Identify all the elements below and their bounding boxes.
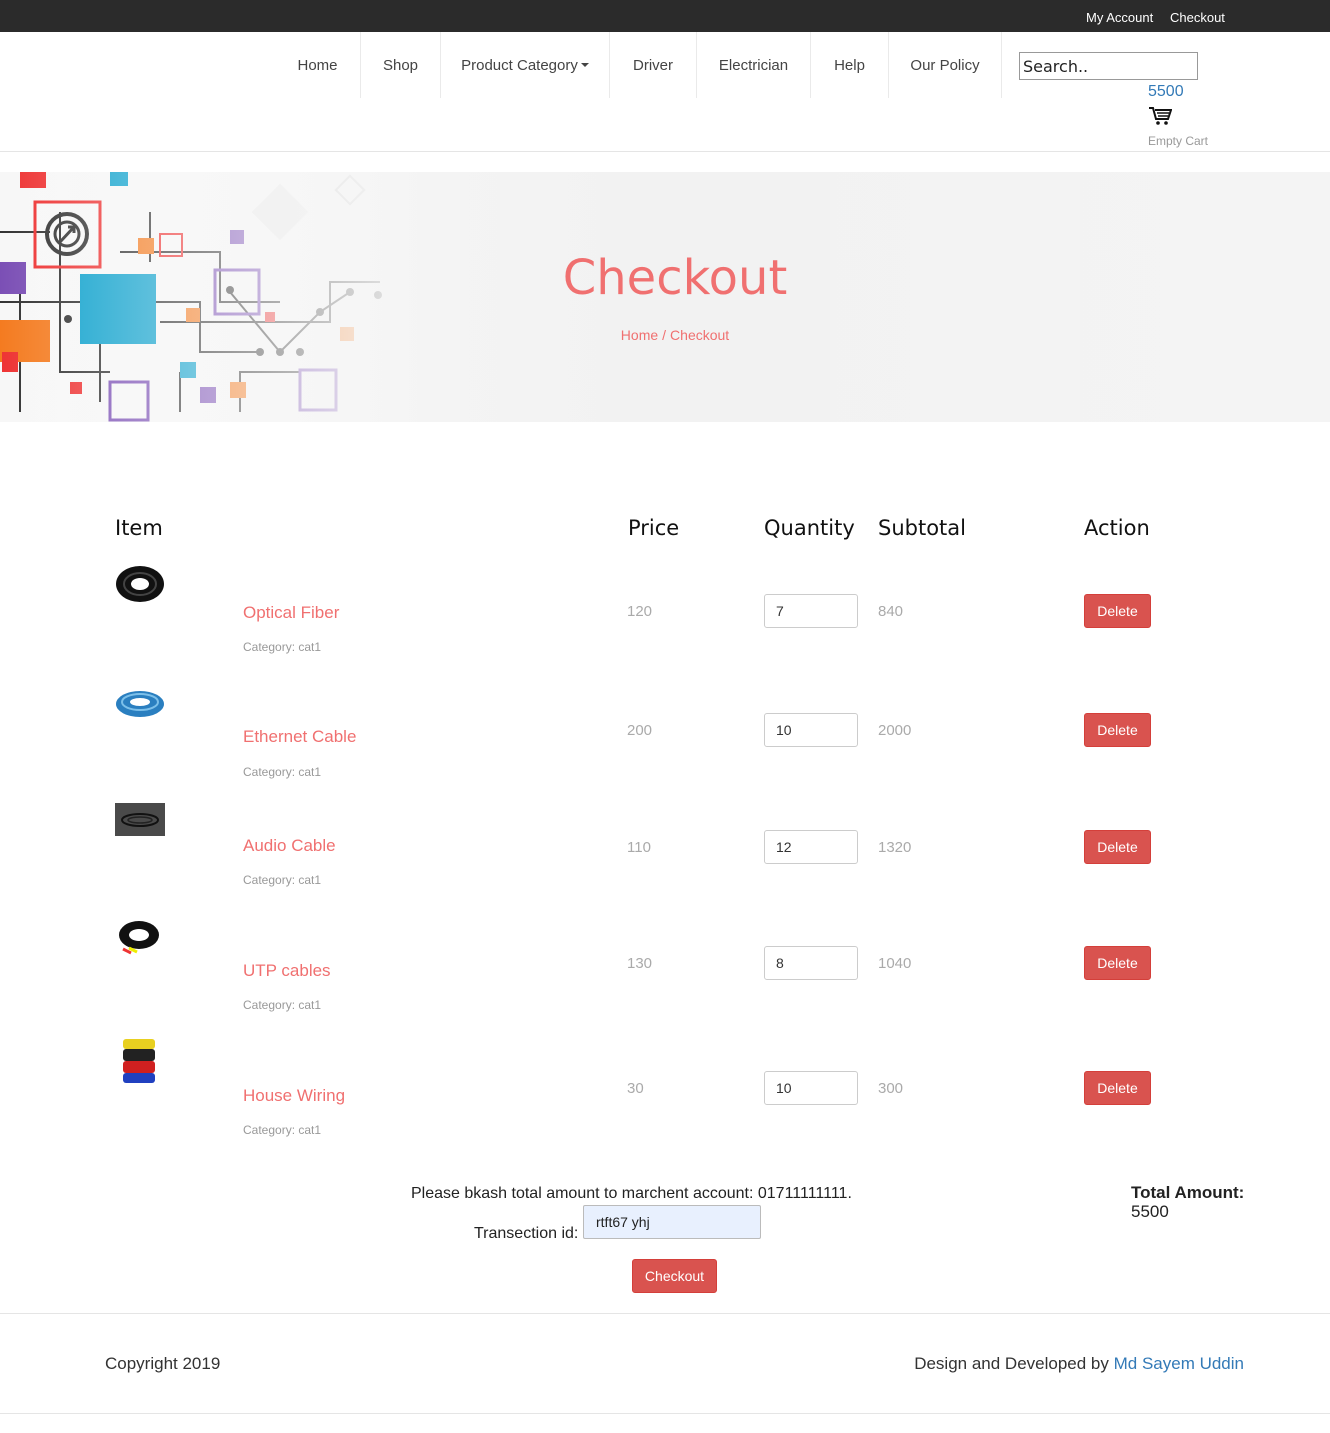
cart-icon[interactable] (1148, 106, 1172, 126)
header-action: Action (1084, 516, 1150, 540)
product-price: 130 (627, 955, 653, 972)
nav-item-home[interactable]: Home (275, 32, 361, 98)
product-price: 200 (627, 722, 653, 739)
delete-button[interactable]: Delete (1084, 946, 1151, 980)
product-category: Category: cat1 (243, 765, 322, 779)
table-row: Audio Cable Category: cat1 110 1320 Dele… (0, 796, 1330, 906)
delete-button[interactable]: Delete (1084, 830, 1151, 864)
quantity-input[interactable] (764, 830, 858, 864)
product-category: Category: cat1 (243, 640, 322, 654)
table-row: Ethernet Cable Category: cat1 200 2000 D… (0, 679, 1330, 789)
transaction-label: Transection id: (474, 1225, 579, 1242)
quantity-input[interactable] (764, 946, 858, 980)
nav-item-electrician[interactable]: Electrician (697, 32, 811, 98)
checkout-button[interactable]: Checkout (632, 1259, 717, 1293)
quantity-input[interactable] (764, 1071, 858, 1105)
nav-item-help[interactable]: Help (811, 32, 889, 98)
breadcrumb-separator: / (662, 327, 667, 343)
total-amount-label: Total Amount: (1131, 1183, 1245, 1202)
quantity-input[interactable] (764, 594, 858, 628)
product-subtotal: 300 (878, 1080, 904, 1097)
copyright-text: Copyright 2019 (105, 1354, 221, 1373)
product-name[interactable]: Optical Fiber (243, 603, 339, 623)
delete-button[interactable]: Delete (1084, 713, 1151, 747)
delete-button[interactable]: Delete (1084, 594, 1151, 628)
product-name[interactable]: Audio Cable (243, 836, 336, 856)
product-category: Category: cat1 (243, 1123, 322, 1137)
page-banner: Checkout Home / Checkout (0, 172, 1330, 422)
product-subtotal: 2000 (878, 722, 912, 739)
checkout-link[interactable]: Checkout (1170, 10, 1225, 25)
nav-item-label: Our Policy (910, 56, 980, 74)
breadcrumb-home[interactable]: Home (621, 327, 658, 343)
breadcrumb: Home / Checkout (0, 327, 1330, 343)
nav-item-label: Home (297, 56, 338, 74)
credit-prefix: Design and Developed by (914, 1354, 1109, 1373)
product-subtotal: 1040 (878, 955, 912, 972)
nav-item-shop[interactable]: Shop (361, 32, 441, 98)
product-name[interactable]: House Wiring (243, 1086, 345, 1106)
product-category: Category: cat1 (243, 998, 322, 1012)
developer-link[interactable]: Md Sayem Uddin (1114, 1354, 1244, 1373)
nav-item-label: Driver (633, 56, 673, 74)
nav-item-driver[interactable]: Driver (610, 32, 697, 98)
product-image (116, 566, 164, 602)
total-amount-value: 5500 (1131, 1202, 1169, 1221)
transaction-id-input[interactable] (583, 1205, 761, 1239)
top-bar: My Account Checkout (0, 0, 1330, 32)
caret-down-icon (580, 63, 589, 67)
search-input[interactable] (1019, 52, 1198, 80)
table-row: Optical Fiber Category: cat1 120 840 Del… (0, 560, 1330, 670)
product-name[interactable]: UTP cables (243, 961, 331, 981)
main-nav: Home Shop Product Category Driver Electr… (0, 32, 1330, 152)
nav-item-label: Product Category (461, 56, 578, 74)
nav-item-our-policy[interactable]: Our Policy (889, 32, 1002, 98)
nav-item-label: Help (834, 56, 865, 74)
nav-item-label: Shop (382, 56, 419, 74)
product-image (116, 691, 164, 717)
quantity-input[interactable] (764, 713, 858, 747)
payment-instructions: Please bkash total amount to marchent ac… (411, 1185, 852, 1202)
header-quantity: Quantity (764, 516, 855, 540)
header-price: Price (628, 516, 680, 540)
product-subtotal: 840 (878, 603, 904, 620)
page-title: Checkout (562, 250, 788, 306)
table-row: UTP cables Category: cat1 130 1040 Delet… (0, 912, 1330, 1022)
product-image (123, 1039, 155, 1083)
delete-button[interactable]: Delete (1084, 1071, 1151, 1105)
nav-item-label: Electrician (718, 56, 789, 74)
product-price: 30 (627, 1080, 644, 1097)
nav-item-product-category[interactable]: Product Category (441, 32, 610, 98)
developer-credit: Design and Developed by Md Sayem Uddin (914, 1354, 1244, 1374)
product-name[interactable]: Ethernet Cable (243, 727, 356, 747)
product-price: 120 (627, 603, 653, 620)
header-subtotal: Subtotal (878, 516, 966, 540)
cart-amount[interactable]: 5500 (1148, 83, 1184, 101)
cart-label: Empty Cart (1148, 134, 1209, 148)
product-category: Category: cat1 (243, 873, 322, 887)
breadcrumb-current[interactable]: Checkout (670, 327, 729, 343)
my-account-link[interactable]: My Account (1086, 10, 1153, 25)
header-item: Item (115, 516, 163, 540)
product-subtotal: 1320 (878, 839, 912, 856)
table-row: House Wiring Category: cat1 30 300 Delet… (0, 1037, 1330, 1147)
footer: Copyright 2019 Design and Developed by M… (0, 1313, 1330, 1414)
product-price: 110 (627, 839, 651, 856)
product-image (119, 921, 159, 955)
product-image (115, 803, 165, 836)
